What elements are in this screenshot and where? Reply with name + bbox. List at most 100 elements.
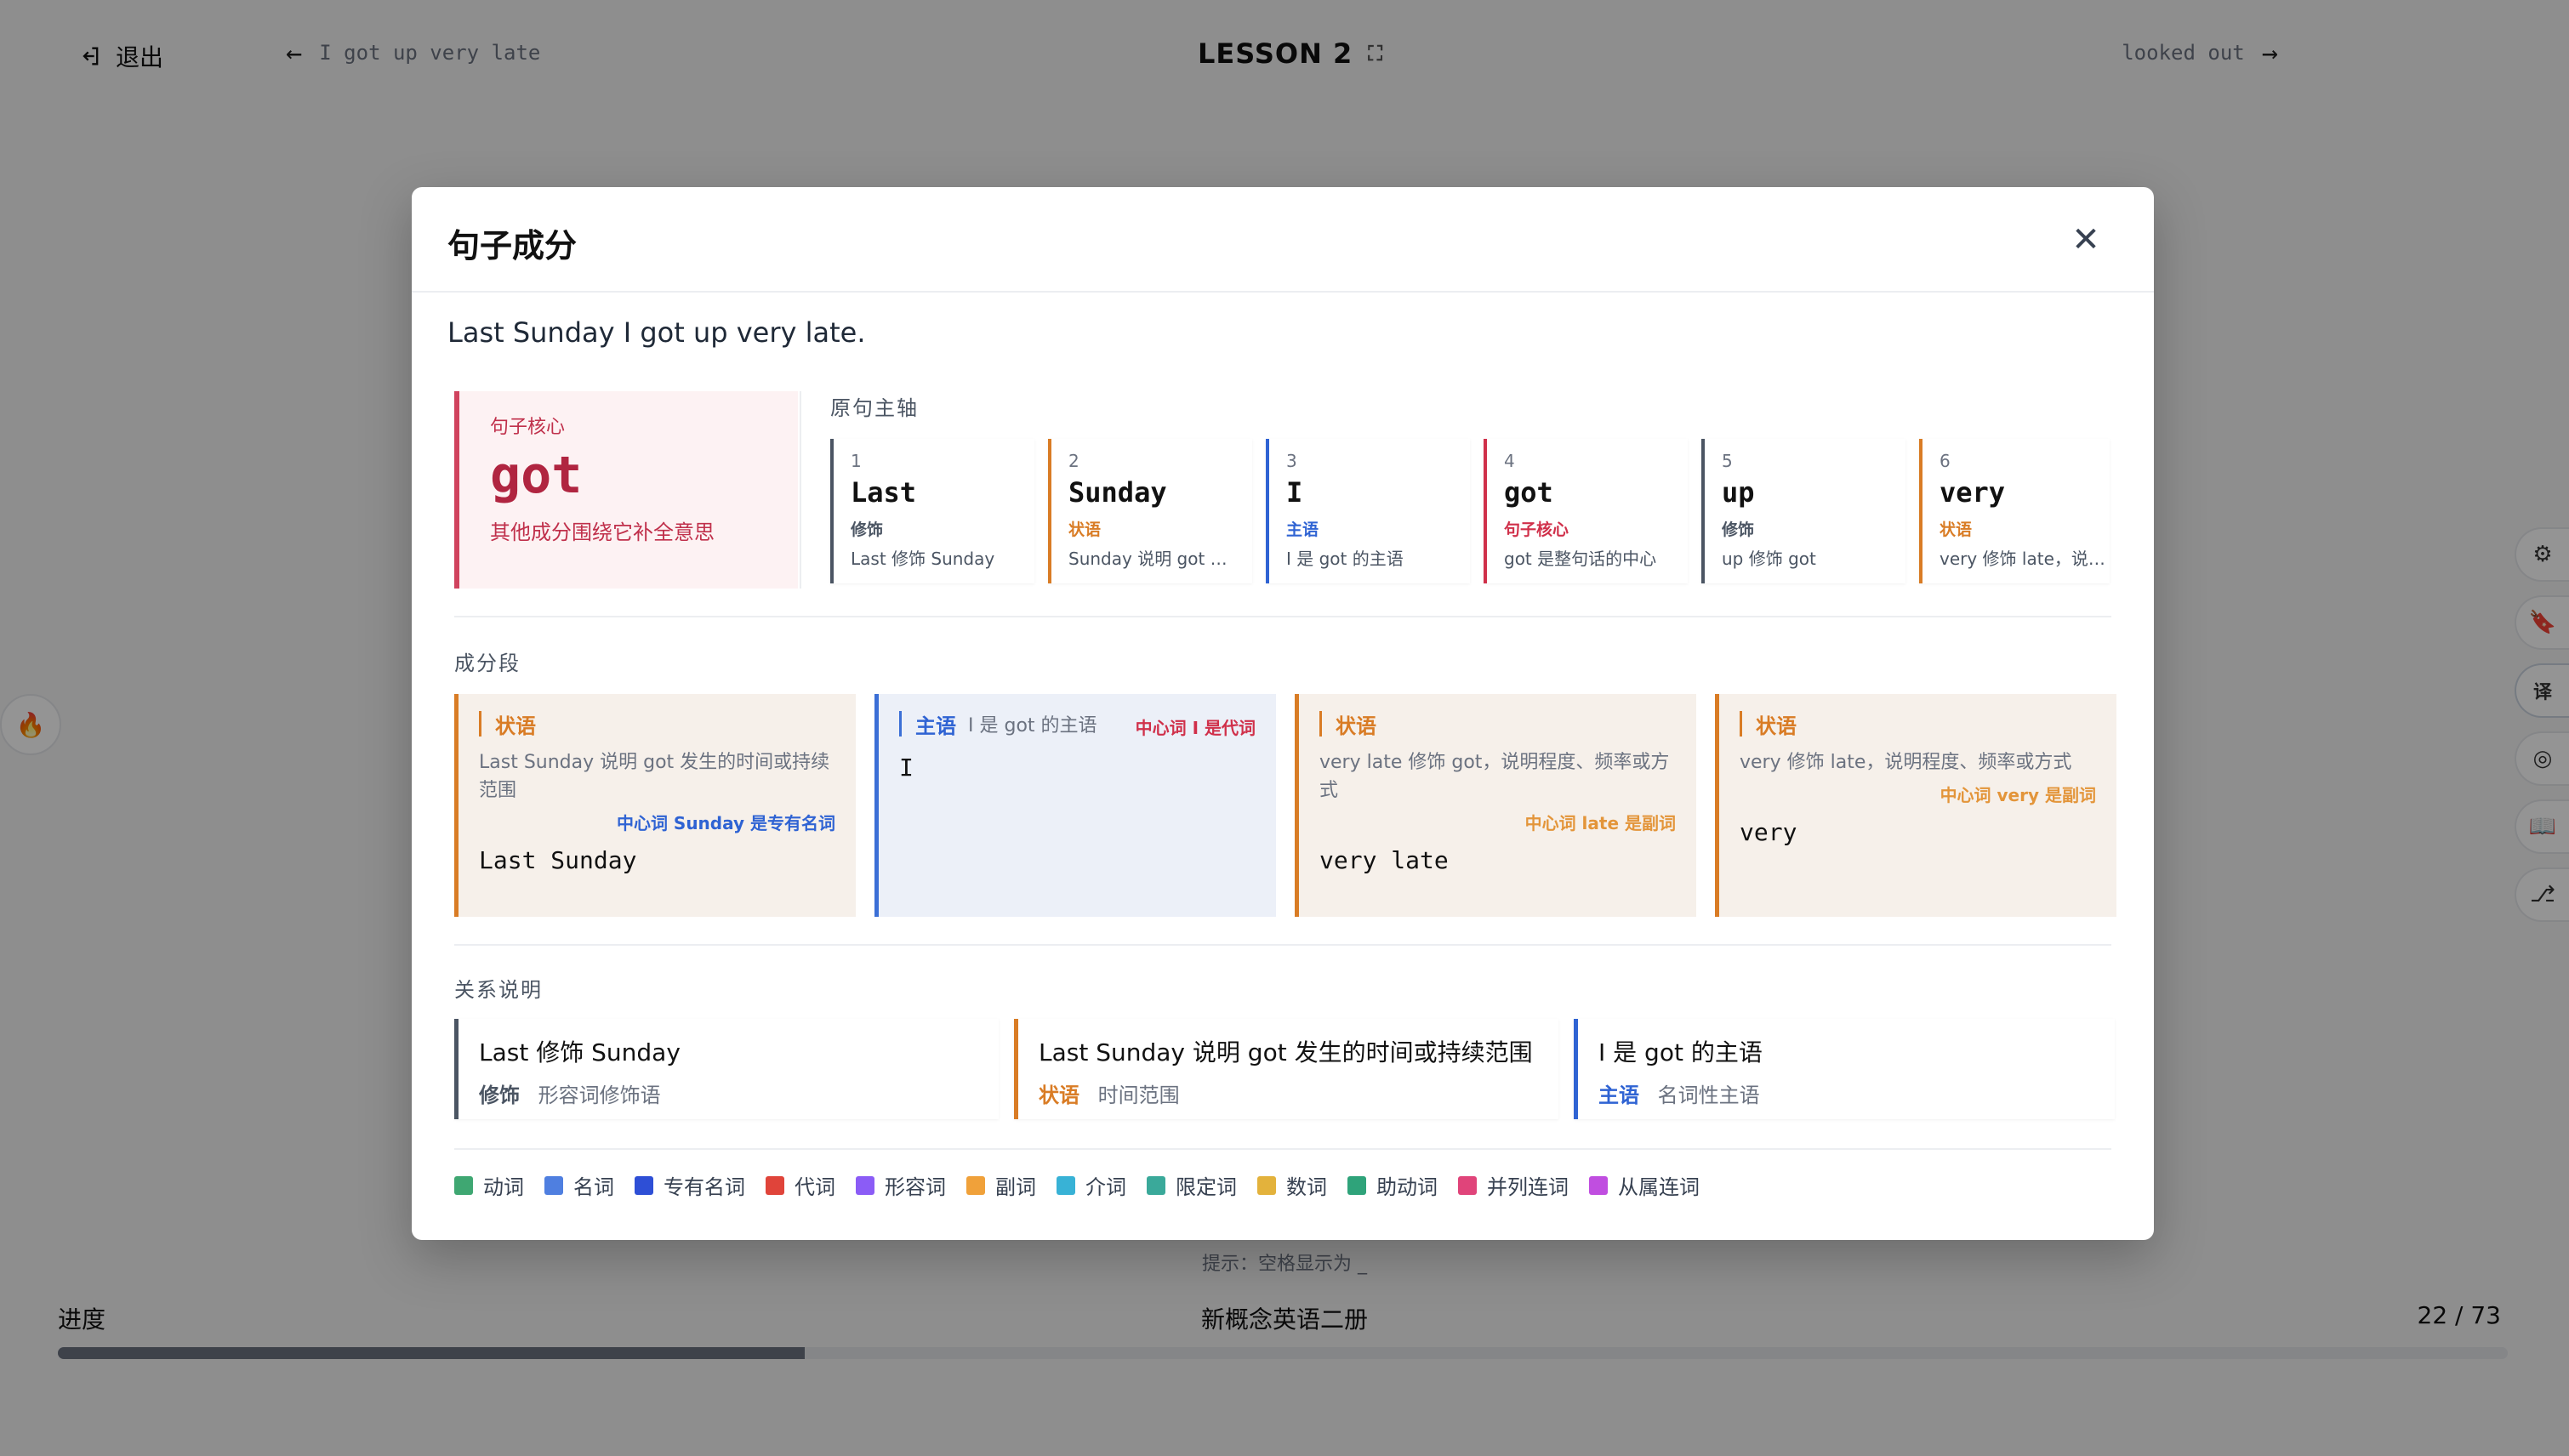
token-axis: 1 Last 修饰 Last 修饰 Sunday 2 Sunday 状语 Sun… (830, 439, 2110, 583)
token-card[interactable]: 4 got 句子核心 got 是整句话的中心 (1484, 439, 1688, 583)
legend-item: 并列连词 (1458, 1170, 1569, 1200)
segment-card[interactable]: 状语 Last Sunday 说明 got 发生的时间或持续范围 中心词 Sun… (454, 694, 856, 917)
relation-text: I 是 got 的主语 (1598, 1038, 1763, 1066)
legend-item: 副词 (966, 1170, 1036, 1200)
legend-label: 介词 (1085, 1175, 1126, 1199)
token-card[interactable]: 3 I 主语 I 是 got 的主语 (1266, 439, 1470, 583)
relation-card[interactable]: Last 修饰 Sunday 修饰 形容词修饰语 (454, 1019, 999, 1119)
divider (454, 616, 2111, 617)
divider (454, 944, 2111, 946)
token-word: Sunday (1068, 476, 1167, 509)
token-word: I (1286, 476, 1303, 509)
legend-item: 代词 (766, 1170, 835, 1200)
divider (800, 391, 801, 589)
legend-swatch (856, 1175, 874, 1195)
token-role: 句子核心 (1504, 520, 1569, 539)
segment-role: 状语 (1756, 714, 1797, 738)
legend-item: 动词 (454, 1170, 524, 1200)
core-desc: 其他成分围绕它补全意思 (490, 520, 715, 544)
relation-meta: 主语 名词性主语 (1598, 1078, 2115, 1108)
token-word: up (1722, 476, 1755, 509)
segment-header: 状语 (1740, 711, 2096, 738)
segment-row: 状语 Last Sunday 说明 got 发生的时间或持续范围 中心词 Sun… (454, 694, 2116, 917)
legend-label: 从属连词 (1618, 1175, 1700, 1199)
pos-legend: 动词 名词 专有名词 代词 形容词 副词 介词 限定词 数词 助动词 并列连词 从属连词 (454, 1170, 1700, 1200)
token-role: 修饰 (851, 520, 884, 539)
legend-label: 副词 (995, 1175, 1036, 1199)
legend-swatch (766, 1175, 784, 1195)
token-desc: Last 修饰 Sunday (851, 549, 995, 569)
token-word: very (1940, 476, 2006, 509)
token-role: 状语 (1068, 520, 1102, 539)
legend-swatch (454, 1175, 473, 1195)
legend-item: 限定词 (1147, 1170, 1237, 1200)
legend-label: 并列连词 (1487, 1175, 1569, 1199)
token-card[interactable]: 2 Sunday 状语 Sunday 说明 got … (1048, 439, 1252, 583)
legend-item: 专有名词 (635, 1170, 745, 1200)
relation-text: Last Sunday 说明 got 发生的时间或持续范围 (1039, 1038, 1533, 1066)
segment-center-word: 中心词 very 是副词 (1940, 785, 2096, 805)
relation-role: 修饰 (479, 1083, 520, 1107)
legend-swatch (1257, 1175, 1276, 1195)
legend-item: 从属连词 (1589, 1170, 1700, 1200)
dialog-header: 句子成分 ✕ (412, 187, 2154, 293)
relation-role: 主语 (1598, 1083, 1639, 1107)
sentence-text: Last Sunday I got up very late. (447, 316, 866, 349)
relation-text: Last 修饰 Sunday (479, 1038, 681, 1066)
segment-role: 状语 (1336, 714, 1376, 738)
segment-center-word: 中心词 Sunday 是专有名词 (616, 813, 835, 833)
close-icon[interactable]: ✕ (2069, 223, 2103, 257)
relation-kind: 名词性主语 (1657, 1083, 1760, 1107)
axis-title: 原句主轴 (830, 396, 919, 420)
legend-label: 形容词 (885, 1175, 946, 1199)
segment-header: 状语 (479, 711, 835, 738)
segment-desc: very 修饰 late，说明程度、频率或方式 (1740, 752, 2072, 773)
legend-item: 介词 (1057, 1170, 1126, 1200)
token-index: 2 (1068, 451, 1079, 471)
token-card[interactable]: 6 very 状语 very 修饰 late，说… (1919, 439, 2110, 583)
segment-center-word: 中心词 I 是代词 (1135, 718, 1256, 738)
token-desc: Sunday 说明 got … (1068, 549, 1228, 569)
sentence-components-dialog: 句子成分 ✕ Last Sunday I got up very late. 句… (412, 187, 2154, 1240)
token-role: 主语 (1286, 520, 1319, 539)
segments-title: 成分段 (454, 651, 521, 675)
legend-swatch (966, 1175, 985, 1195)
token-desc: very 修饰 late，说… (1940, 549, 2105, 569)
token-index: 5 (1722, 451, 1733, 471)
relation-meta: 修饰 形容词修饰语 (479, 1078, 999, 1108)
segment-role: 主语 (915, 714, 956, 738)
segment-card[interactable]: 状语 very late 修饰 got，说明程度、频率或方式 中心词 late … (1295, 694, 1696, 917)
legend-item: 名词 (544, 1170, 614, 1200)
relation-card[interactable]: Last Sunday 说明 got 发生的时间或持续范围 状语 时间范围 (1014, 1019, 1558, 1119)
segment-desc: Last Sunday 说明 got 发生的时间或持续范围 (479, 752, 830, 801)
legend-item: 助动词 (1347, 1170, 1438, 1200)
segment-text: Last Sunday (479, 846, 637, 874)
relation-kind: 时间范围 (1097, 1083, 1180, 1107)
dialog-title: 句子成分 (447, 227, 578, 264)
token-index: 4 (1504, 451, 1515, 471)
segment-card[interactable]: 状语 very 修饰 late，说明程度、频率或方式 中心词 very 是副词 … (1715, 694, 2116, 917)
relation-role: 状语 (1039, 1083, 1079, 1107)
token-index: 6 (1940, 451, 1951, 471)
legend-item: 形容词 (856, 1170, 946, 1200)
token-desc: got 是整句话的中心 (1504, 549, 1657, 569)
core-label: 句子核心 (490, 417, 566, 438)
token-card[interactable]: 1 Last 修饰 Last 修饰 Sunday (830, 439, 1034, 583)
token-index: 1 (851, 451, 862, 471)
legend-swatch (635, 1175, 653, 1195)
segment-text: very (1740, 818, 1797, 846)
relation-card[interactable]: I 是 got 的主语 主语 名词性主语 (1574, 1019, 2115, 1119)
divider (454, 1148, 2111, 1150)
legend-label: 数词 (1286, 1175, 1327, 1199)
sentence-core-card: 句子核心 got 其他成分围绕它补全意思 (454, 391, 798, 589)
segment-header: 状语 (1319, 711, 1676, 738)
legend-swatch (1057, 1175, 1075, 1195)
relation-kind: 形容词修饰语 (538, 1083, 661, 1107)
token-index: 3 (1286, 451, 1297, 471)
token-card[interactable]: 5 up 修饰 up 修饰 got (1701, 439, 1905, 583)
legend-swatch (1458, 1175, 1477, 1195)
legend-swatch (1589, 1175, 1608, 1195)
segment-center-word: 中心词 late 是副词 (1524, 813, 1676, 833)
segment-card[interactable]: 主语 I 是 got 的主语 中心词 I 是代词 I (874, 694, 1276, 917)
legend-swatch (1347, 1175, 1366, 1195)
